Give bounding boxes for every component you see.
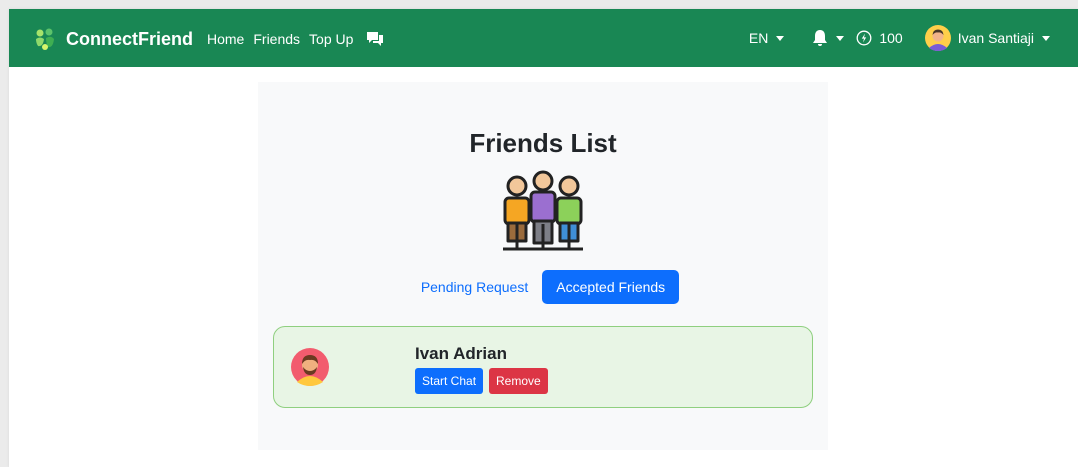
- friend-tabs: Pending Request Accepted Friends: [258, 269, 828, 305]
- coin-count: 100: [879, 30, 903, 46]
- page: ConnectFriend Home Friends Top Up EN 100…: [9, 9, 1078, 467]
- coin-balance: 100: [856, 30, 903, 46]
- friends-card: Friends List Pending Request Accepted Fr…: [258, 82, 828, 450]
- language-dropdown[interactable]: EN: [748, 30, 785, 46]
- tab-accepted-friends[interactable]: Accepted Friends: [542, 270, 680, 304]
- start-chat-button[interactable]: Start Chat: [415, 368, 484, 394]
- coin-icon: [856, 30, 872, 46]
- nav-links: Home Friends Top Up: [207, 29, 384, 49]
- friend-item: Ivan Adrian Start Chat Remove: [273, 326, 813, 408]
- tab-pending-request[interactable]: Pending Request: [407, 270, 542, 304]
- user-menu[interactable]: Ivan Santiaji: [924, 25, 1050, 51]
- leaf-icon: [36, 28, 54, 50]
- bell-icon: [813, 30, 828, 46]
- language-label: EN: [748, 30, 769, 46]
- remove-friend-button[interactable]: Remove: [489, 368, 548, 394]
- nav-top-up[interactable]: Top Up: [309, 31, 353, 47]
- friend-name: Ivan Adrian: [415, 344, 507, 363]
- page-title: Friends List: [469, 128, 617, 158]
- avatar: [924, 25, 951, 51]
- nav-right: EN 100 Ivan Santiaji: [748, 25, 1050, 51]
- nav-friends[interactable]: Friends: [253, 31, 300, 47]
- brand-name: ConnectFriend: [66, 28, 194, 49]
- notifications-dropdown[interactable]: [812, 29, 845, 47]
- avatar: [291, 348, 329, 386]
- chevron-down-icon: [1042, 35, 1050, 41]
- chevron-down-icon: [836, 35, 845, 41]
- user-name: Ivan Santiaji: [957, 30, 1034, 46]
- chat-bubbles-icon[interactable]: [366, 31, 384, 47]
- navbar: ConnectFriend Home Friends Top Up EN 100…: [9, 9, 1078, 67]
- friends-group-icon: [503, 170, 583, 251]
- nav-home[interactable]: Home: [207, 31, 244, 47]
- chevron-down-icon: [776, 35, 785, 41]
- brand[interactable]: ConnectFriend: [34, 26, 193, 52]
